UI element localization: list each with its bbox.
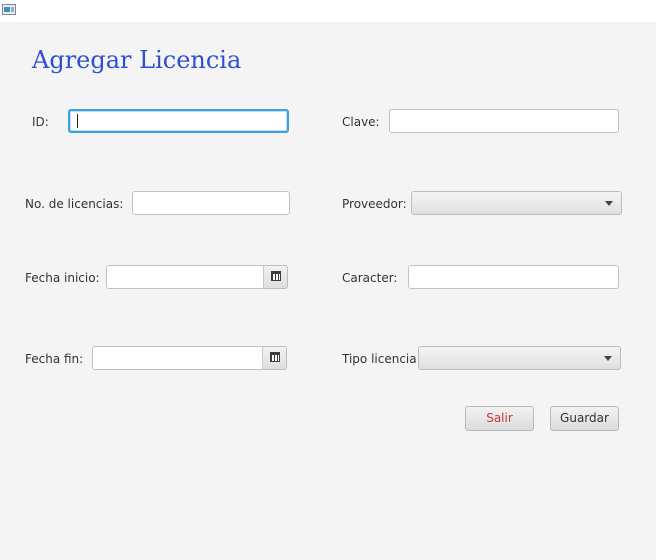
guardar-button[interactable]: Guardar xyxy=(550,406,619,431)
salir-button[interactable]: Salir xyxy=(465,406,534,431)
num-licencias-label: No. de licencias: xyxy=(25,197,124,211)
fecha-inicio-input[interactable] xyxy=(106,265,264,289)
caracter-input[interactable] xyxy=(408,265,619,289)
window-app-icon[interactable] xyxy=(2,4,16,15)
id-input[interactable] xyxy=(68,109,289,133)
page-title: Agregar Licencia xyxy=(32,46,242,74)
chevron-down-icon xyxy=(605,201,613,206)
clave-label: Clave: xyxy=(342,115,380,129)
calendar-icon xyxy=(270,352,280,362)
chevron-down-icon xyxy=(604,356,612,361)
tipo-licencia-combobox[interactable] xyxy=(418,346,621,370)
tipo-licencia-label: Tipo licencia: xyxy=(342,352,421,366)
fecha-inicio-picker-button[interactable] xyxy=(263,265,288,289)
num-licencias-input[interactable] xyxy=(132,191,290,215)
fecha-fin-picker-button[interactable] xyxy=(262,346,287,370)
fecha-fin-input[interactable] xyxy=(92,346,263,370)
clave-input[interactable] xyxy=(389,109,619,133)
text-caret xyxy=(77,114,78,128)
calendar-icon xyxy=(271,271,281,281)
fecha-fin-label: Fecha fin: xyxy=(25,352,84,366)
title-bar xyxy=(0,0,656,22)
id-label: ID: xyxy=(32,115,49,129)
proveedor-label: Proveedor: xyxy=(342,197,407,211)
caracter-label: Caracter: xyxy=(342,271,398,285)
fecha-inicio-label: Fecha inicio: xyxy=(25,271,100,285)
proveedor-combobox[interactable] xyxy=(411,191,622,215)
